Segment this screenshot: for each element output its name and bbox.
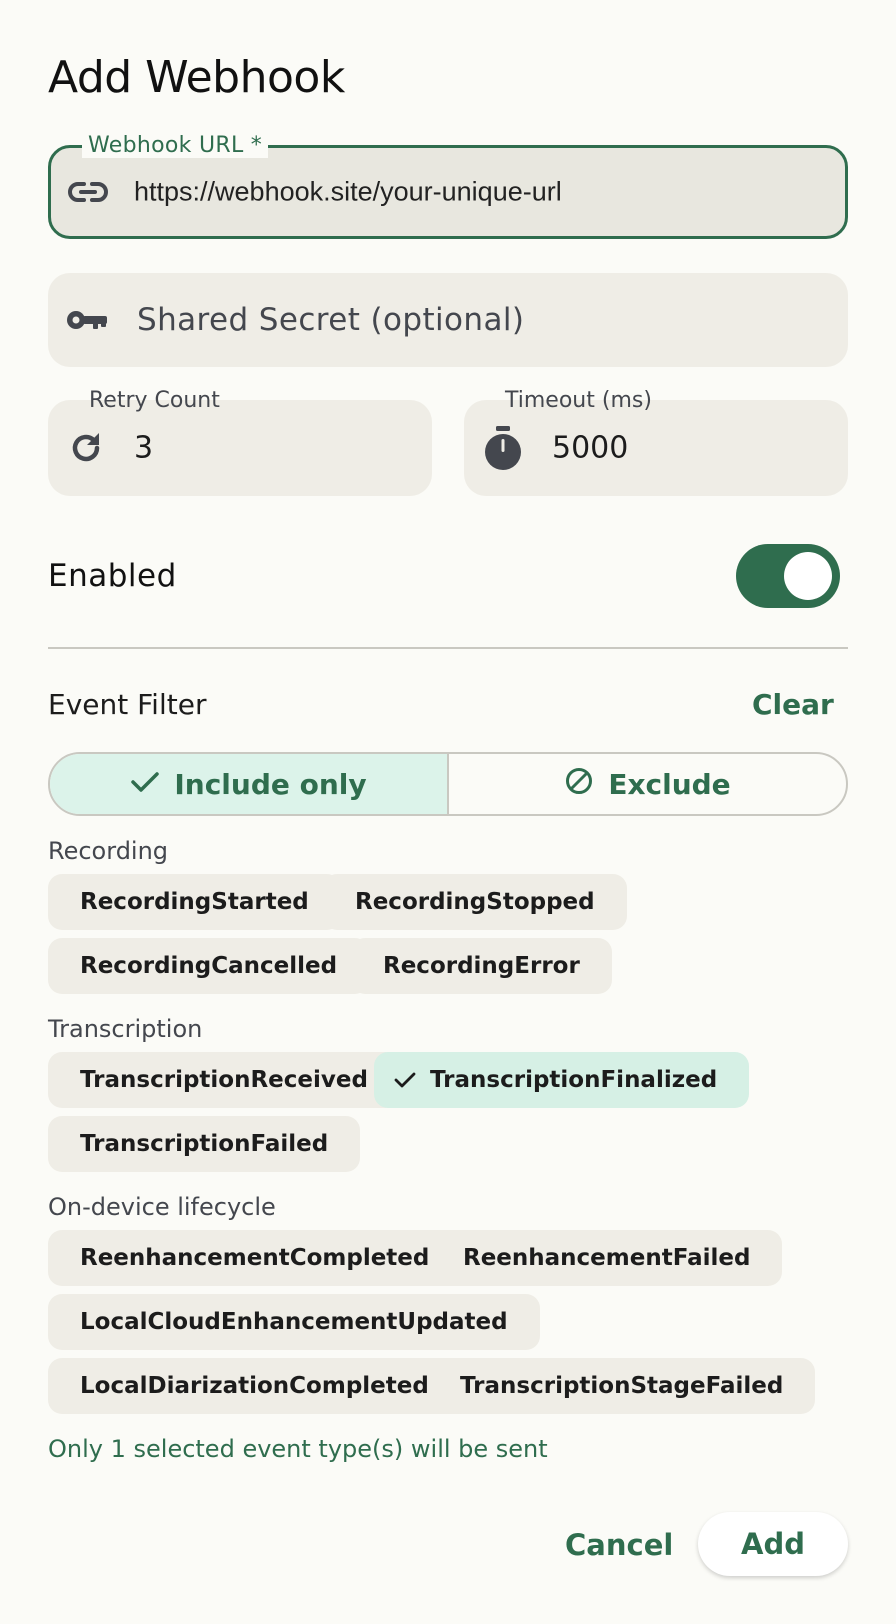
enabled-toggle[interactable] [736, 544, 840, 608]
block-icon [564, 766, 594, 803]
event-chip[interactable]: ReenhancementCompleted [48, 1230, 462, 1286]
retry-count-field[interactable]: 3 [48, 400, 432, 496]
include-only-option[interactable]: Include only [50, 754, 449, 814]
clear-button[interactable]: Clear [752, 688, 834, 721]
refresh-icon [68, 430, 104, 466]
event-chip[interactable]: RecordingError [351, 938, 612, 994]
cancel-button[interactable]: Cancel [565, 1528, 673, 1562]
key-icon [65, 306, 109, 334]
shared-secret-input[interactable]: Shared Secret (optional) [137, 302, 524, 338]
webhook-url-label: Webhook URL * [82, 133, 269, 158]
event-filter-label: Event Filter [48, 688, 207, 721]
event-chip[interactable]: LocalDiarizationCompleted [48, 1358, 461, 1414]
exclude-label: Exclude [608, 767, 731, 801]
add-button[interactable]: Add [698, 1512, 848, 1576]
timeout-input[interactable]: 5000 [552, 431, 628, 466]
add-webhook-dialog: Add Webhook https://webhook.site/your-un… [0, 0, 896, 1624]
filter-mode-segmented: Include only Exclude [48, 752, 848, 816]
event-chip[interactable]: LocalCloudEnhancementUpdated [48, 1294, 540, 1350]
group-label-transcription: Transcription [48, 1015, 203, 1043]
retry-count-input[interactable]: 3 [134, 431, 153, 466]
divider [48, 647, 848, 649]
retry-count-label: Retry Count [89, 388, 220, 413]
check-icon [394, 1071, 416, 1089]
event-chip[interactable]: RecordingStarted [48, 874, 341, 930]
timer-icon [483, 425, 523, 471]
dialog-title: Add Webhook [48, 52, 345, 103]
shared-secret-field[interactable]: Shared Secret (optional) [48, 273, 848, 367]
event-chip-label: TranscriptionFinalized [430, 1067, 718, 1093]
event-chip-selected[interactable]: TranscriptionFinalized [374, 1052, 750, 1108]
group-label-on-device-lifecycle: On-device lifecycle [48, 1193, 276, 1221]
timeout-label: Timeout (ms) [505, 388, 652, 413]
event-chip[interactable]: RecordingCancelled [48, 938, 370, 994]
selection-summary: Only 1 selected event type(s) will be se… [48, 1435, 548, 1463]
webhook-url-field[interactable]: https://webhook.site/your-unique-url [48, 145, 848, 239]
link-icon [68, 180, 108, 204]
enabled-label: Enabled [48, 558, 177, 594]
check-icon [130, 768, 160, 801]
timeout-field[interactable]: 5000 [464, 400, 848, 496]
group-label-recording: Recording [48, 837, 169, 865]
webhook-url-input[interactable]: https://webhook.site/your-unique-url [134, 177, 562, 208]
toggle-knob [784, 552, 832, 600]
event-chip[interactable]: RecordingStopped [323, 874, 627, 930]
event-chip[interactable]: TranscriptionStageFailed [428, 1358, 816, 1414]
event-chip[interactable]: TranscriptionFailed [48, 1116, 361, 1172]
event-chip[interactable]: TranscriptionReceived [48, 1052, 400, 1108]
exclude-option[interactable]: Exclude [449, 754, 846, 814]
include-only-label: Include only [174, 767, 367, 801]
event-chip[interactable]: ReenhancementFailed [431, 1230, 783, 1286]
